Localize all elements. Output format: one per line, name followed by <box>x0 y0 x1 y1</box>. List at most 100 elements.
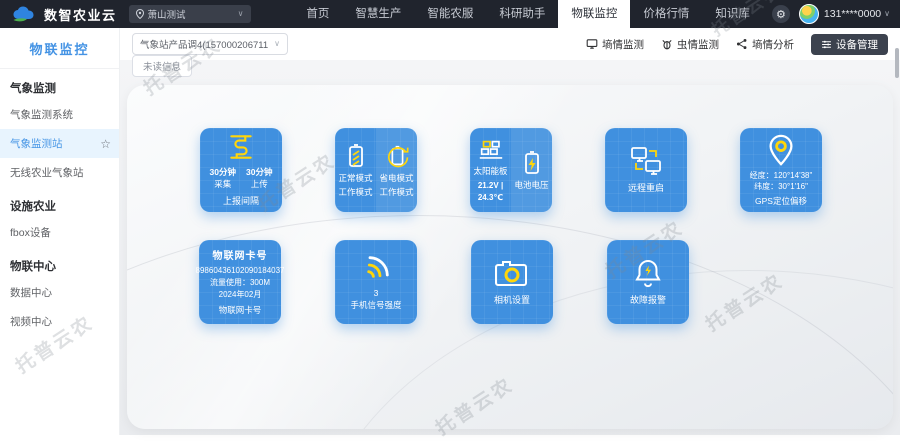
battery-voltage-half[interactable]: 电池电压 <box>511 128 552 212</box>
content-toolbar: 气象站产品调4(157000206711 ∨ 墒情监测 虫情监测 墒情分析 <box>120 28 900 60</box>
app-logo: 数智农业云 <box>0 5 117 24</box>
card-title: 手机信号强度 <box>350 300 401 311</box>
nav-item-home[interactable]: 首页 <box>293 0 342 28</box>
collect-interval-label: 采集 <box>210 179 236 190</box>
soil-analysis-button[interactable]: 墒情分析 <box>736 37 794 52</box>
cards-row-1: 30分钟 采集 30分钟 上传 上报间隔 <box>200 128 822 212</box>
share-icon <box>736 38 748 50</box>
iot-card-number: 89860436102090184037 <box>196 265 285 277</box>
battery-icon <box>344 142 368 170</box>
device-select-value: 气象站产品调4(157000206711 <box>140 37 268 51</box>
spool-icon <box>226 132 256 162</box>
iot-data-usage: 流量使用：300M <box>210 277 270 289</box>
remote-restart-card[interactable]: 远程重启 <box>605 128 687 212</box>
nav-item-price-market[interactable]: 价格行情 <box>630 0 702 28</box>
solar-panel-half[interactable]: 太阳能板 21.2V | 24.3℃ <box>470 128 511 212</box>
cards-row-2: 物联网卡号 89860436102090184037 流量使用：300M 202… <box>199 240 689 324</box>
monitor-icon <box>586 38 598 50</box>
mode-label: 工作模式 <box>338 187 372 198</box>
location-select-value: 萧山测试 <box>148 7 186 21</box>
solar-value: 21.2V | 24.3℃ <box>470 180 511 203</box>
chevron-down-icon: ∨ <box>274 40 280 48</box>
report-interval-card[interactable]: 30分钟 采集 30分钟 上传 上报间隔 <box>200 128 282 212</box>
sidebar-item-data-center[interactable]: 数据中心 <box>0 278 119 307</box>
normal-mode-half[interactable]: 正常模式 工作模式 <box>335 128 376 212</box>
sidebar-section-facility: 设施农业 <box>0 187 119 218</box>
chevron-down-icon: ∨ <box>238 10 244 18</box>
signal-strength-card[interactable]: 3 手机信号强度 <box>335 240 417 324</box>
device-panel: 30分钟 采集 30分钟 上传 上报间隔 <box>127 85 893 429</box>
card-title: GPS定位偏移 <box>755 196 807 207</box>
solar-label: 太阳能板 <box>473 166 507 177</box>
insect-monitor-button[interactable]: 虫情监测 <box>661 37 719 52</box>
location-select[interactable]: 萧山测试 ∨ <box>129 5 251 23</box>
sidebar-item-fbox-device[interactable]: fbox设备 <box>0 218 119 247</box>
battery-refresh-icon <box>384 142 410 170</box>
nav-item-smart-production[interactable]: 智慧生产 <box>342 0 414 28</box>
upload-interval-value: 30分钟 <box>246 167 272 178</box>
fault-alarm-card[interactable]: 故障报警 <box>607 240 689 324</box>
alarm-bell-icon <box>633 257 663 289</box>
star-icon[interactable]: ☆ <box>100 138 111 150</box>
card-title: 故障报警 <box>630 294 666 307</box>
sidebar-item-wireless-weather-station[interactable]: 无线农业气象站 <box>0 158 119 187</box>
sidebar-title: 物联监控 <box>0 28 119 69</box>
sidebar-section-weather: 气象监测 <box>0 69 119 100</box>
device-manage-button[interactable]: 设备管理 <box>811 34 888 55</box>
nav-item-knowledge-base[interactable]: 知识库 <box>702 0 763 28</box>
camera-settings-card[interactable]: 相机设置 <box>471 240 553 324</box>
app-title: 数智农业云 <box>44 5 117 24</box>
toolbar-actions: 墒情监测 虫情监测 墒情分析 设备管理 <box>586 34 888 55</box>
user-avatar <box>799 4 819 24</box>
main-content: 气象站产品调4(157000206711 ∨ 墒情监测 虫情监测 墒情分析 <box>120 28 900 435</box>
signal-arcs-icon <box>353 246 398 291</box>
menu-lines-icon <box>821 39 832 50</box>
mode-name: 省电模式 <box>379 173 413 184</box>
nav-item-research-assistant[interactable]: 科研助手 <box>486 0 558 28</box>
sidebar-item-video-center[interactable]: 视频中心 <box>0 307 119 336</box>
user-menu[interactable]: 131****0000 ∨ <box>799 4 890 24</box>
remote-restart-icon <box>629 145 663 177</box>
soil-monitor-button[interactable]: 墒情监测 <box>586 37 644 52</box>
power-status-card[interactable]: 太阳能板 21.2V | 24.3℃ 电池电压 <box>470 128 552 212</box>
unread-info-tag[interactable]: 未读信息 <box>132 55 192 77</box>
card-title: 相机设置 <box>494 294 530 307</box>
device-select[interactable]: 气象站产品调4(157000206711 ∨ <box>132 33 288 55</box>
device-stage: 未读信息 30分钟 <box>120 60 900 435</box>
mode-name: 正常模式 <box>338 173 372 184</box>
gps-card[interactable]: 经度：120°14'38" 纬度：30°1'16" GPS定位偏移 <box>740 128 822 212</box>
camera-icon <box>493 257 531 289</box>
top-navbar: 数智农业云 萧山测试 ∨ 首页 智慧生产 智能农服 科研助手 物联监控 价格行情… <box>0 0 900 28</box>
nav-item-smart-agri-service[interactable]: 智能农服 <box>414 0 486 28</box>
scrollbar-thumb[interactable] <box>895 48 899 78</box>
iot-card-number-card[interactable]: 物联网卡号 89860436102090184037 流量使用：300M 202… <box>199 240 281 324</box>
location-pin-icon <box>136 9 144 19</box>
nav-item-iot-monitoring[interactable]: 物联监控 <box>558 0 630 28</box>
settings-gear-icon[interactable]: ⚙ <box>772 5 790 23</box>
location-pin-icon <box>765 133 797 167</box>
iot-card-title: 物联网卡号 <box>213 247 268 262</box>
sidebar-section-iot-center: 物联中心 <box>0 247 119 278</box>
card-title: 远程重启 <box>628 182 664 195</box>
main-nav: 首页 智慧生产 智能农服 科研助手 物联监控 价格行情 知识库 <box>293 0 763 28</box>
latitude-value: 纬度：30°1'16" <box>754 181 808 193</box>
sidebar: 物联监控 气象监测 气象监测系统 气象监测站 ☆ 无线农业气象站 设施农业 fb… <box>0 28 120 435</box>
iot-month: 2024年02月 <box>219 289 262 301</box>
mode-label: 工作模式 <box>379 187 413 198</box>
upload-interval-label: 上传 <box>246 179 272 190</box>
longitude-value: 经度：120°14'38" <box>750 170 813 182</box>
battery-charge-icon <box>520 149 544 177</box>
sidebar-item-weather-station[interactable]: 气象监测站 ☆ <box>0 129 119 158</box>
collect-interval-value: 30分钟 <box>210 167 236 178</box>
chevron-down-icon: ∨ <box>884 10 890 18</box>
sidebar-item-weather-system[interactable]: 气象监测系统 <box>0 100 119 129</box>
cloud-logo-icon <box>12 6 38 23</box>
user-phone: 131****0000 <box>824 8 881 20</box>
bug-icon <box>661 38 673 50</box>
power-save-mode-half[interactable]: 省电模式 工作模式 <box>376 128 417 212</box>
iot-card-footer: 物联网卡号 <box>219 305 262 316</box>
solar-panel-icon <box>477 137 505 163</box>
work-mode-card[interactable]: 正常模式 工作模式 省电模式 工作模 <box>335 128 417 212</box>
battery-voltage-label: 电池电压 <box>514 180 548 191</box>
card-title: 上报间隔 <box>223 195 259 208</box>
